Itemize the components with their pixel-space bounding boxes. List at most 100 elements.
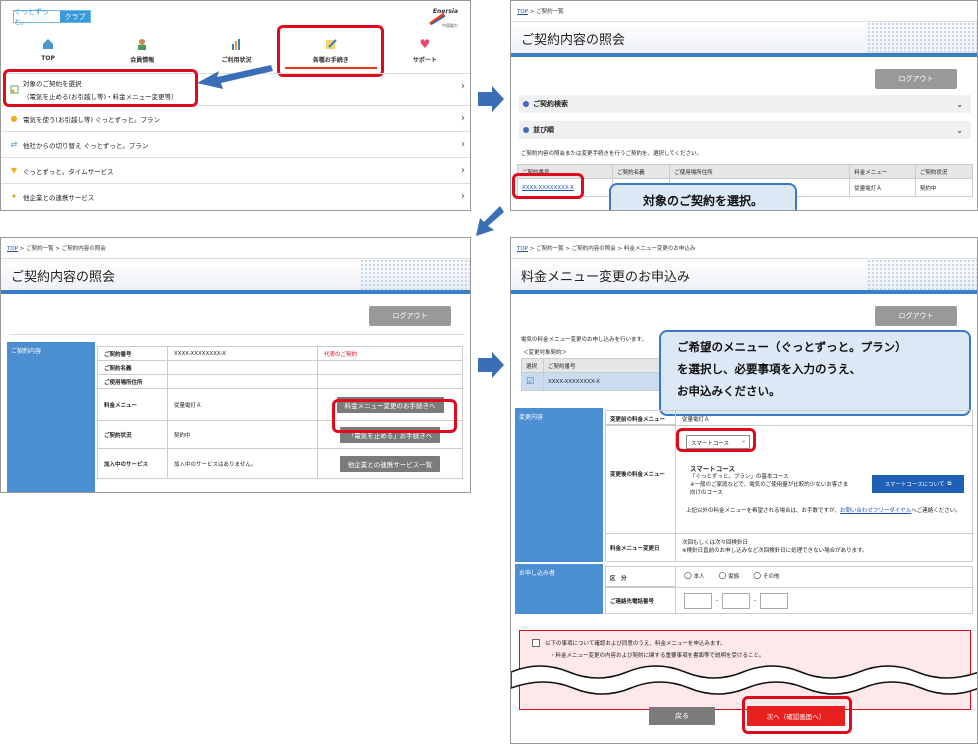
club-logo[interactable]: ぐっとずっと。 クラブ <box>13 8 91 26</box>
nav-label: 会員情報 <box>130 57 155 64</box>
back-button[interactable]: 戻る <box>649 707 715 725</box>
table-header: ご契約番号 ご契約名義 ご使用場所住所 料金メニュー ご契約状況 <box>516 164 974 179</box>
nav-member[interactable]: 会員情報 <box>95 33 189 69</box>
partner-services-button[interactable]: 他企業との連携サービス一覧 <box>339 455 441 472</box>
radio-icon: ○ <box>684 571 692 581</box>
arrow-right-icon-2 <box>478 352 504 378</box>
external-link-icon: ⧉ <box>947 480 952 487</box>
radio-other[interactable]: ○ その他 <box>753 571 779 581</box>
chevron-down-icon: ⌄ <box>956 99 963 109</box>
person-icon <box>135 37 149 51</box>
nav-top[interactable]: TOP <box>1 33 95 69</box>
applicant-form: 区 分 ○ 本人 ○ 家族 ○ その他 ご連絡先電話番号 - - <box>605 566 974 614</box>
smart-course-info-button[interactable]: スマートコースについて ⧉ <box>872 475 964 493</box>
radio-icon: ○ <box>753 571 762 581</box>
panel-menu-change-form: TOP > ご契約一覧 > ご契約内容の照会 > 料金メニュー変更のお申込み 料… <box>510 237 978 744</box>
heart-icon: ♥ <box>419 37 431 51</box>
panel-menu: ぐっとずっと。 クラブ Enersia 中国電力 TOP 会員情報 ご利用状況 … <box>0 0 471 211</box>
accordion-sort[interactable]: 並び順 ⌄ <box>519 121 971 139</box>
other-note: 上記以外の料金メニューを希望される場合は、お手数ですが、お問い合わせフリーダイヤ… <box>686 508 961 514</box>
page-title: ご契約内容の照会 <box>11 270 116 285</box>
table-row: 加入中のサービス 加入中のサービスはありません。 他企業との連携サービス一覧 <box>97 448 463 479</box>
target-label: ＜変更対象契約＞ <box>523 350 568 356</box>
breadcrumb: TOP > ご契約一覧 > ご契約内容の照会 <box>7 246 106 252</box>
page-header: ご契約内容の照会 <box>511 21 977 57</box>
free-dial-link[interactable]: お問い合わせフリーダイヤル <box>840 508 911 514</box>
table-row[interactable]: ☑ XXXX-XXXXXXXX-X <box>521 372 671 391</box>
checkbox-checked-icon[interactable]: ☑ <box>521 372 544 391</box>
section-applicant: お申し込み者 <box>515 564 603 614</box>
table-row: ご使用場所住所 <box>97 374 463 389</box>
menu-item-partner[interactable]: ✦ 他企業との連携サービス › <box>1 183 470 209</box>
menu-label: 他社からの切り替え ぐっとずっと。プラン <box>23 141 149 150</box>
crumb-top-link[interactable]: TOP <box>517 246 528 252</box>
highlight-change-menu <box>332 399 457 433</box>
header-pattern <box>360 259 470 290</box>
nav-support[interactable]: ♥ サポート <box>378 33 470 69</box>
change-date-label: 料金メニュー変更日 <box>606 534 676 562</box>
breadcrumb: TOP > ご契約一覧 <box>517 9 564 15</box>
accordion-search[interactable]: ご契約検索 ⌄ <box>519 95 971 113</box>
kubun-label: 区 分 <box>606 567 676 587</box>
chevron-down-icon: ⌄ <box>956 125 963 135</box>
chevron-right-icon: › <box>461 81 465 92</box>
menu-item-time-service[interactable]: ▼ ぐっとずっと。タイムサービス › <box>1 157 470 183</box>
arrow-down-left-icon <box>476 206 504 236</box>
page-title: ご契約内容の照会 <box>521 33 626 48</box>
radio-family[interactable]: ○ 家族 <box>719 571 740 581</box>
switch-icon: ⇄ <box>10 140 18 149</box>
panel-contract-detail: TOP > ご契約一覧 > ご契約内容の照会 ご契約内容の照会 ログアウト ご契… <box>0 237 471 493</box>
brand-logo: Enersia 中国電力 <box>422 7 458 29</box>
logo-left: ぐっとずっと。 <box>14 8 60 26</box>
table-row: ご契約名義 <box>97 360 463 375</box>
kubun-radios: ○ 本人 ○ 家族 ○ その他 <box>684 571 779 581</box>
chevron-right-icon: › <box>461 191 465 202</box>
home-icon <box>41 37 55 51</box>
phone-field-1[interactable] <box>684 593 712 609</box>
phone-field-2[interactable] <box>722 593 750 609</box>
agree-checkbox[interactable] <box>532 639 540 647</box>
callout-select-menu: ご希望のメニュー（ぐっとずっと。プラン） を選択し、必要事項を入力のうえ、 お申… <box>659 330 971 416</box>
before-value: 従量電灯Ａ <box>682 417 710 423</box>
phone-field-3[interactable] <box>760 593 788 609</box>
chevron-right-icon: › <box>461 165 465 176</box>
logout-button[interactable]: ログアウト <box>875 306 957 326</box>
page-header: 料金メニュー変更のお申込み <box>511 258 977 294</box>
menu-item-move-in[interactable]: ● 電気を使う(お引越し等) ぐっとずっと。プラン › <box>1 105 470 131</box>
menu-item-switch[interactable]: ⇄ 他社からの切り替え ぐっとずっと。プラン › <box>1 131 470 157</box>
crumb-top-link[interactable]: TOP <box>7 246 18 252</box>
arrow-right-icon <box>478 86 504 112</box>
header-pattern <box>867 22 977 53</box>
menu-label: 電気を使う(お引越し等) ぐっとずっと。プラン <box>23 115 160 124</box>
panel-contract-list: TOP > ご契約一覧 ご契約内容の照会 ログアウト ご契約検索 ⌄ 並び順 ⌄ ご… <box>510 0 978 211</box>
smart-title: スマートコース <box>690 465 735 473</box>
intro-text: 電気の料金メニュー変更のお申し込みを行います。 <box>521 337 647 343</box>
chevron-right-icon: › <box>461 113 465 124</box>
nav-label: TOP <box>41 55 55 62</box>
phone-label: ご連絡先電話番号 <box>606 588 676 614</box>
highlight-select-contract <box>3 69 198 107</box>
logout-button[interactable]: ログアウト <box>875 69 957 89</box>
logo-right: クラブ <box>60 11 90 22</box>
big-arrow-left-icon <box>197 65 273 89</box>
logout-button[interactable]: ログアウト <box>369 306 451 326</box>
time-service-icon: ▼ <box>10 166 18 175</box>
radio-self[interactable]: ○ 本人 <box>684 571 705 581</box>
bullet-icon <box>523 127 529 133</box>
bullet-icon <box>523 101 529 107</box>
before-label: 変更前の料金メニュー <box>606 411 676 425</box>
section-sidebar: ご契約内容 <box>7 342 95 492</box>
highlight-procedures <box>277 25 384 77</box>
after-label: 変更後の料金メニュー <box>606 426 676 533</box>
nav-label: サポート <box>412 57 437 64</box>
target-table: 選択 ご契約番号 ☑ XXXX-XXXXXXXX-X <box>521 358 671 391</box>
callout-select-contract: 対象のご契約を選択。 <box>609 183 797 210</box>
section-change: 変更内容 <box>515 408 603 562</box>
highlight-menu-select <box>676 428 756 452</box>
page-header: ご契約内容の照会 <box>1 258 470 294</box>
header-pattern <box>867 259 977 290</box>
bulb-icon: ● <box>10 114 18 123</box>
crumb-top-link[interactable]: TOP <box>517 9 528 15</box>
partner-icon: ✦ <box>10 192 18 201</box>
cut-wave-decoration <box>511 665 977 695</box>
